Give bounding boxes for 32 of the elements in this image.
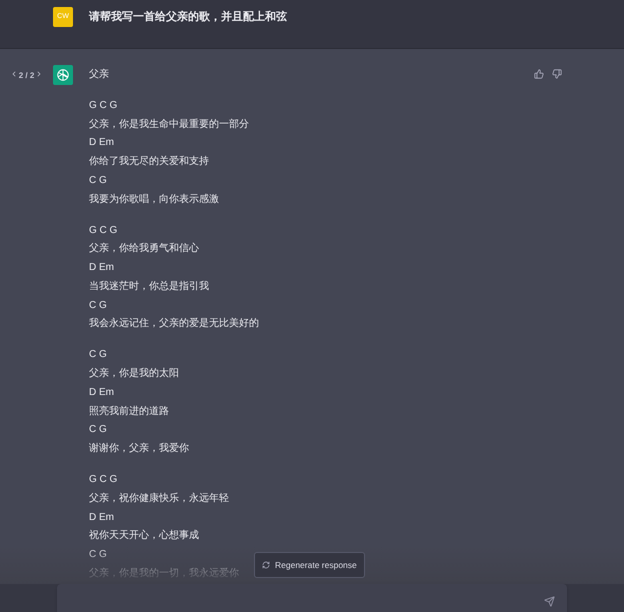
- song-line: 照亮我前进的道路: [89, 404, 169, 419]
- song-line: C G: [89, 174, 107, 188]
- song-line: C G: [89, 348, 107, 362]
- message-input[interactable]: [57, 584, 567, 612]
- song-line: C G: [89, 298, 107, 313]
- song-line: D Em: [89, 386, 114, 400]
- song-line: 你给了我无尽的关爱和支持: [89, 154, 209, 170]
- refresh-icon: [262, 561, 270, 569]
- song-line: 我会永远记住，父亲的爱是无比美好的: [89, 316, 259, 332]
- regenerate-button[interactable]: Regenerate response: [254, 552, 365, 578]
- thumbs-down-icon[interactable]: [552, 69, 562, 79]
- response-title: 父亲: [89, 68, 110, 82]
- song-line: D Em: [89, 261, 114, 276]
- song-line: 祝你天天开心，心想事成: [89, 528, 199, 544]
- song-line: G C G: [89, 99, 118, 113]
- song-line: G C G: [89, 224, 118, 238]
- song-line: 谢谢你，父亲，我爱你: [89, 442, 189, 456]
- song-line: 父亲，你是我生命中最重要的一部分: [89, 118, 249, 132]
- song-line: D Em: [89, 136, 114, 150]
- song-line: 当我迷茫时，你总是指引我: [89, 280, 209, 294]
- thumbs-up-icon[interactable]: [534, 69, 544, 79]
- send-icon: [544, 596, 555, 607]
- user-message: 请帮我写一首给父亲的歌，并且配上和弦: [89, 10, 287, 25]
- song-line: C G: [89, 423, 107, 438]
- response-pager: 2 / 2: [18, 70, 34, 82]
- song-line: 父亲，你是我的太阳: [89, 366, 179, 382]
- song-line: 父亲，你给我勇气和信心: [89, 242, 199, 256]
- song-line: D Em: [89, 510, 114, 525]
- song-line: 我要为你歌唱，向你表示感激: [89, 192, 219, 207]
- song-line: G C G: [89, 473, 118, 488]
- song-line: C G: [89, 548, 107, 562]
- song-line: 父亲，祝你健康快乐，永远年轻: [89, 492, 229, 506]
